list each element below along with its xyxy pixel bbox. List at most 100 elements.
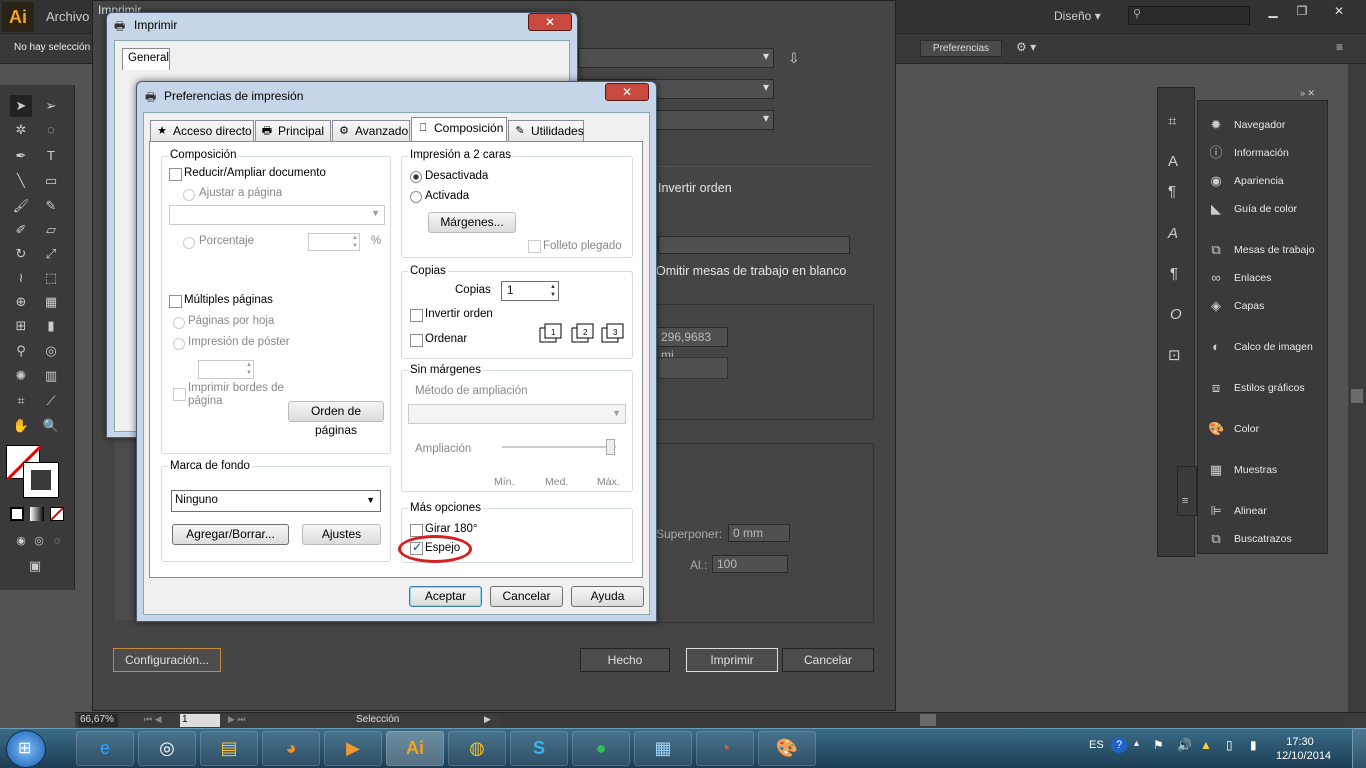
panel-artboards[interactable]: ⧉ Mesas de trabajo — [1198, 236, 1329, 264]
paragraph-styles-icon[interactable]: ¶ — [1168, 183, 1176, 200]
draw-inside-icon[interactable]: ◌ — [46, 530, 68, 552]
skype-icon[interactable]: S — [510, 731, 568, 766]
reverse-order-checkbox[interactable] — [410, 309, 423, 325]
volume-icon[interactable]: 🔊 — [1177, 738, 1192, 752]
margins-button[interactable]: Márgenes... — [428, 212, 516, 233]
reduce-checkbox[interactable] — [169, 168, 182, 184]
paint-icon[interactable]: 🎨 — [758, 731, 816, 766]
artboard-tool-icon[interactable]: ⌗ — [10, 390, 32, 412]
workspace-switcher[interactable]: Diseño ▾ — [1054, 9, 1101, 23]
range-field[interactable] — [658, 236, 850, 254]
show-desktop-button[interactable] — [1352, 728, 1366, 768]
character-icon[interactable]: A — [1168, 225, 1178, 242]
fit-page-select[interactable]: ▼ — [169, 205, 385, 225]
zoom-field[interactable]: 66,67% — [78, 714, 118, 727]
rotate-tool-icon[interactable]: ↻ — [10, 243, 32, 265]
poster-radio[interactable] — [173, 338, 185, 353]
tab-composicion[interactable]: ⎕ Composición — [411, 117, 507, 142]
panel-color-guide[interactable]: ◣ Guía de color — [1198, 195, 1329, 223]
collapsed-panel[interactable]: ≡ — [1177, 466, 1197, 516]
first-page-icon[interactable]: ⏮ ◀ — [144, 714, 162, 725]
copies-spinner[interactable]: 1 ▲ ▼ — [501, 281, 559, 301]
shape-builder-icon[interactable]: ⊕ — [10, 291, 32, 313]
panel-navigator[interactable]: ✹ Navegador — [1198, 111, 1329, 139]
clock[interactable]: 17:30 12/10/2014 — [1276, 735, 1331, 763]
direct-selection-tool-icon[interactable]: ➢ — [40, 95, 62, 117]
slice-tool-icon[interactable]: ⟋ — [40, 390, 62, 412]
internet-explorer-icon[interactable]: e — [76, 731, 134, 766]
status-menu-icon[interactable]: ▶ — [484, 714, 491, 725]
menu-file[interactable]: Archivo — [46, 9, 89, 24]
printer-select[interactable]: ▾ — [578, 48, 774, 68]
tab-principal[interactable]: 🖶 Principal — [255, 120, 331, 141]
panel-menu-icon[interactable]: ≡ — [1336, 40, 1343, 54]
file-explorer-icon[interactable]: ▤ — [200, 731, 258, 766]
paragraph-icon[interactable]: ¶ — [1170, 265, 1178, 282]
tab-general[interactable]: General — [122, 48, 170, 70]
expansion-method-select[interactable]: ▼ — [408, 404, 626, 424]
illustrator-icon[interactable]: Ai — [386, 731, 444, 766]
watermark-select[interactable]: Ninguno ▼ — [171, 490, 381, 512]
help-button[interactable]: Ayuda — [571, 586, 644, 607]
panel-pathfinder[interactable]: ⧉ Buscatrazos — [1198, 525, 1329, 553]
booklet-checkbox[interactable] — [528, 240, 541, 256]
eraser-tool-icon[interactable]: ▱ — [40, 219, 62, 241]
app-icon[interactable]: ◔ — [696, 731, 754, 766]
drive-icon[interactable]: ▲ — [1200, 738, 1212, 752]
character-styles-icon[interactable]: A — [1168, 153, 1178, 170]
close-button[interactable]: ✕ — [605, 83, 649, 101]
tab-utilidades[interactable]: ✎ Utilidades — [508, 120, 584, 141]
free-transform-icon[interactable]: ⬚ — [40, 267, 62, 289]
arrange-icon[interactable]: ⚙ ▾ — [1016, 40, 1036, 54]
panel-image-trace[interactable]: ◐ Calco de imagen — [1198, 333, 1329, 361]
scale-tool-icon[interactable]: ⤢ — [40, 243, 62, 265]
maximize-button[interactable]: ❐ — [1291, 2, 1313, 20]
perspective-grid-icon[interactable]: ▦ — [40, 291, 62, 313]
selection-tool-icon[interactable]: ➤ — [10, 95, 32, 117]
artboard-panel-icon[interactable]: ⌗ — [1168, 113, 1176, 130]
print-button[interactable]: Imprimir — [686, 648, 778, 672]
control-panel-icon[interactable]: ▦ — [634, 731, 692, 766]
language-indicator[interactable]: ES — [1089, 739, 1104, 751]
magic-wand-icon[interactable]: ✲ — [10, 119, 32, 141]
horizontal-scrollbar[interactable] — [500, 713, 1346, 727]
close-button[interactable]: ✕ — [1322, 2, 1356, 20]
pen-tool-icon[interactable]: ✒ — [10, 145, 32, 167]
hand-tool-icon[interactable]: ✋ — [10, 415, 32, 437]
lasso-icon[interactable]: ◌ — [40, 119, 62, 141]
scroll-thumb[interactable] — [920, 714, 936, 726]
flag-icon[interactable]: ⚑ — [1153, 738, 1164, 752]
help-tray-icon[interactable]: ? — [1111, 737, 1127, 753]
network-icon[interactable]: ▮ — [1250, 738, 1257, 752]
pages-per-sheet-radio[interactable] — [173, 317, 185, 332]
duplex-off-radio[interactable] — [410, 171, 422, 186]
symbol-sprayer-icon[interactable]: ✺ — [10, 365, 32, 387]
panel-graphic-styles[interactable]: ⧈ Estilos gráficos — [1198, 374, 1329, 402]
scroll-thumb[interactable] — [1351, 389, 1363, 403]
chrome-pinned-icon[interactable]: ◍ — [448, 731, 506, 766]
tray-expand-icon[interactable]: ▴ — [1134, 738, 1139, 749]
ok-button[interactable]: Aceptar — [409, 586, 482, 607]
height-field[interactable]: 100 — [712, 555, 788, 573]
fit-page-radio[interactable] — [183, 189, 195, 204]
start-orb[interactable]: ⊞ — [6, 730, 46, 768]
page-order-button[interactable]: Orden de páginas — [288, 401, 384, 437]
duplex-on-radio[interactable] — [410, 191, 422, 206]
chrome-icon[interactable]: ◎ — [138, 731, 196, 766]
brush-tool-icon[interactable]: 🖌 — [10, 195, 32, 217]
zoom-tool-icon[interactable]: 🔍 — [40, 415, 62, 437]
tab-avanzado[interactable]: ⚙ Avanzado — [332, 120, 410, 141]
media-player-icon[interactable]: ▶ — [324, 731, 382, 766]
panel-color[interactable]: 🎨 Color — [1198, 415, 1329, 443]
warp-tool-icon[interactable]: ≀ — [10, 267, 32, 289]
panel-appearance[interactable]: ◉ Apariencia — [1198, 167, 1329, 195]
setup-button[interactable]: Configuración... — [113, 648, 221, 672]
collate-checkbox[interactable] — [410, 334, 423, 350]
type-tool-icon[interactable]: T — [40, 145, 62, 167]
cancel-button[interactable]: Cancelar — [490, 586, 563, 607]
search-input[interactable]: ⚲ — [1128, 6, 1250, 25]
multiple-pages-checkbox[interactable] — [169, 295, 182, 311]
done-button[interactable]: Hecho — [580, 648, 670, 672]
screen-mode-icon[interactable]: ▣ — [24, 555, 46, 577]
poster-spinner[interactable]: ▲ ▼ — [198, 360, 254, 379]
